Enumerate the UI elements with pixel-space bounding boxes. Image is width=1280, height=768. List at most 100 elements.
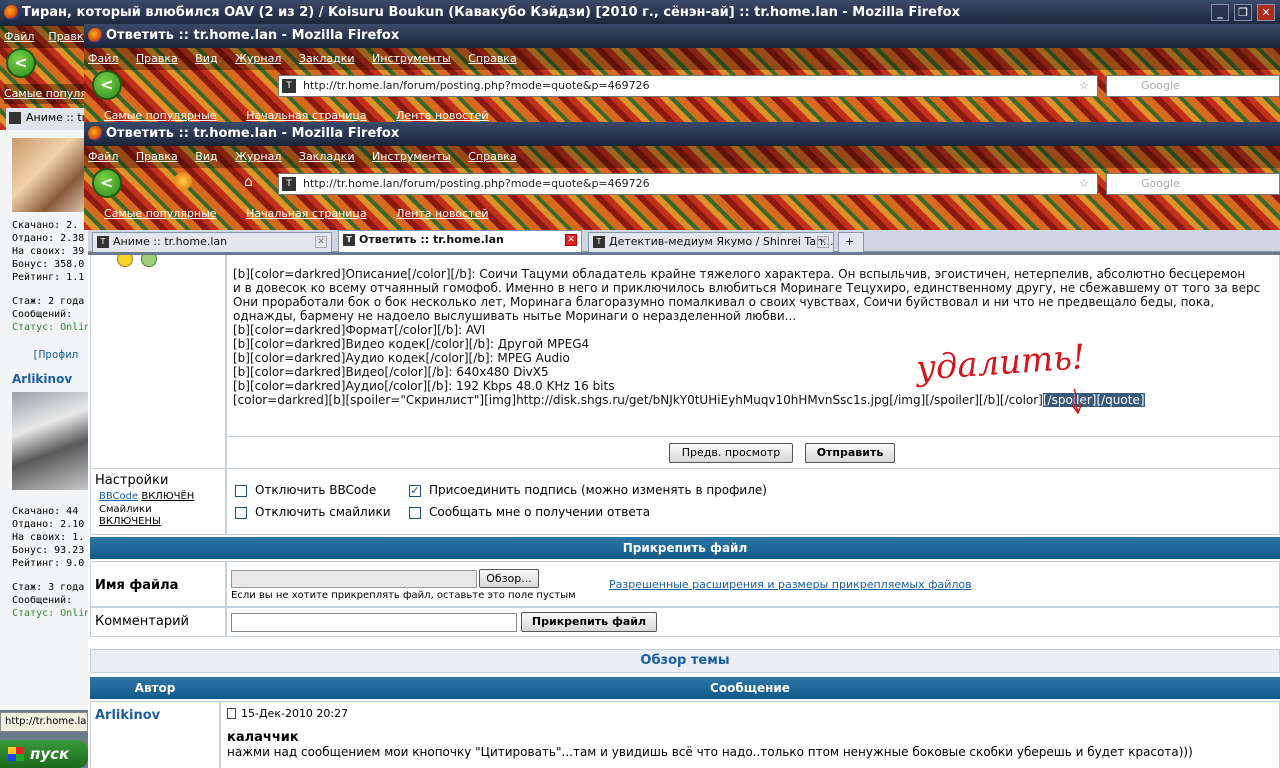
submit-button[interactable]: Отправить — [805, 443, 895, 463]
status-line: Статус: Onlin — [12, 608, 88, 619]
close-tab-icon[interactable]: ✕ — [565, 234, 577, 246]
tab-anime[interactable]: T Аниме :: tr.home.lan ✕ — [92, 232, 332, 252]
allowed-extensions-link[interactable]: Разрешенные расширения и размеры прикреп… — [609, 578, 972, 591]
menu-edit[interactable]: Правка — [136, 150, 178, 163]
minimize-icon[interactable]: _ — [1211, 4, 1229, 21]
disable-bbcode-checkbox[interactable] — [235, 485, 247, 497]
attach-header: Прикрепить файл — [90, 537, 1280, 559]
message-textarea[interactable]: [b][color=darkred]Описание[/color][/b]: … — [226, 255, 1280, 437]
menu-bookmarks[interactable]: Закладки — [299, 150, 355, 163]
site-icon: T — [97, 236, 109, 248]
stat-line: На своих: 1. — [12, 532, 85, 543]
disable-smilies-checkbox[interactable] — [235, 507, 247, 519]
menu-file[interactable]: Файл — [4, 30, 34, 43]
back-button[interactable]: < — [92, 168, 122, 198]
stat-line: Бонус: 93.23 — [12, 545, 85, 556]
bbcode-status: BBCode ВКЛЮЧЁН — [99, 491, 194, 502]
smiley-icon[interactable] — [141, 255, 157, 267]
star-icon[interactable]: ☆ — [1079, 174, 1089, 194]
bbcode-link[interactable]: BBCode — [99, 491, 138, 502]
editor-line: [b][color=darkred]Видео кодек[/color][/b… — [233, 337, 590, 351]
post-author[interactable]: Arlikinov — [95, 708, 160, 723]
back-window-titlebar[interactable]: Тиран, который влюбился OAV (2 из 2) / K… — [0, 0, 1280, 26]
site-icon: T — [282, 79, 296, 93]
back-window-sidebar: Скачано: 2. Отдано: 2.38 На своих: 39 Бо… — [0, 130, 88, 710]
notify-checkbox[interactable] — [409, 507, 421, 519]
comment-input[interactable] — [231, 613, 517, 632]
settings-title: Настройки — [95, 473, 169, 488]
bookmark-home[interactable]: Начальная страница — [246, 207, 367, 220]
search-field[interactable]: Google — [1106, 173, 1280, 195]
back-window-title: Тиран, который влюбился OAV (2 из 2) / K… — [22, 5, 960, 20]
attach-signature-label: Присоединить подпись (можно изменять в п… — [429, 483, 767, 497]
bookmark-feed[interactable]: Лента новостей — [396, 207, 488, 220]
bookmark-feed[interactable]: Лента новостей — [396, 109, 488, 122]
star-icon[interactable]: ☆ — [1079, 76, 1089, 96]
bookmark-popular[interactable]: Самые популярные — [104, 207, 217, 220]
smilies-label: Смайлики — [99, 504, 152, 515]
mid-window-titlebar[interactable]: Ответить :: tr.home.lan - Mozilla Firefo… — [84, 24, 1280, 48]
front-window-titlebar[interactable]: Ответить :: tr.home.lan - Mozilla Firefo… — [84, 122, 1280, 146]
bookmark-popular[interactable]: Самые популярные — [104, 109, 217, 122]
close-icon[interactable]: ✕ — [1257, 4, 1275, 21]
back-menubar: Файл Правка — [0, 26, 88, 48]
reload-icon[interactable] — [174, 172, 192, 190]
attach-file-button[interactable]: Прикрепить файл — [521, 612, 657, 632]
avatar — [12, 138, 88, 212]
maximize-icon[interactable]: ❐ — [1234, 4, 1252, 21]
search-field[interactable]: Google — [1106, 75, 1280, 97]
menu-help[interactable]: Справка — [468, 150, 516, 163]
browse-button[interactable]: Обзор... — [479, 569, 539, 588]
menu-help[interactable]: Справка — [468, 52, 516, 65]
back-button[interactable]: < — [6, 48, 36, 78]
back-bookmarks-bar: Самые популярные — [4, 84, 88, 104]
smilies-state: ВКЛЮЧЕНЫ — [99, 516, 161, 527]
new-tab-button[interactable]: + — [838, 232, 864, 252]
windows-logo-icon — [8, 747, 24, 761]
menu-edit[interactable]: Правка — [136, 52, 178, 65]
bookmark-home[interactable]: Начальная страница — [246, 109, 367, 122]
menu-file[interactable]: Файл — [88, 150, 118, 163]
editor-line: [b][color=darkred]Видео[/color][/b]: 640… — [233, 365, 549, 379]
menu-file[interactable]: Файл — [88, 52, 118, 65]
site-icon: T — [343, 234, 355, 246]
bookmark-popular[interactable]: Самые популярные — [4, 87, 88, 100]
url-field[interactable]: T http://tr.home.lan/forum/posting.php?m… — [278, 75, 1098, 97]
menu-bookmarks[interactable]: Закладки — [299, 52, 355, 65]
site-icon: T — [593, 236, 605, 248]
home-icon[interactable]: ⌂ — [244, 174, 264, 190]
menu-edit[interactable]: Правка — [48, 30, 88, 43]
author-name[interactable]: Arlikinov — [12, 372, 72, 386]
preview-button[interactable]: Предв. просмотр — [669, 443, 793, 463]
menu-tools[interactable]: Инструменты — [372, 150, 451, 163]
editor-line: [b][color=darkred]Аудио кодек[/color][/b… — [233, 351, 570, 365]
smiley-icon[interactable] — [117, 255, 133, 267]
info-line: Сообщений: — [12, 595, 73, 606]
mid-window-toolbar: Файл Правка Вид Журнал Закладки Инструме… — [84, 48, 1280, 124]
stat-line: Скачано: 2. — [12, 220, 79, 231]
menu-view[interactable]: Вид — [195, 150, 217, 163]
menu-view[interactable]: Вид — [195, 52, 217, 65]
back-button[interactable]: < — [92, 70, 122, 100]
tab-detective[interactable]: T Детектив-медиум Якумо / Shinrei Tan...… — [588, 232, 834, 252]
tab-label: Аниме :: tr.home.lan — [113, 235, 228, 248]
stat-line: Рейтинг: 9.0 — [12, 558, 85, 569]
settings-label-cell: Настройки BBCode ВКЛЮЧЁН Смайлики ВКЛЮЧЕ… — [90, 469, 226, 535]
front-window-title: Ответить :: tr.home.lan - Mozilla Firefo… — [106, 126, 400, 141]
close-tab-icon[interactable]: ✕ — [315, 236, 327, 248]
tab-reply[interactable]: T Ответить :: tr.home.lan ✕ — [338, 230, 582, 252]
back-tab[interactable]: Аниме :: tr — [6, 108, 88, 130]
firefox-icon — [88, 28, 103, 43]
file-path-input[interactable] — [231, 570, 477, 588]
profile-link[interactable]: [Профил — [32, 348, 78, 361]
start-label: пуск — [30, 745, 70, 763]
menu-tools[interactable]: Инструменты — [372, 52, 451, 65]
stat-line: Скачано: 44 — [12, 506, 79, 517]
close-tab-icon[interactable]: ✕ — [817, 236, 829, 248]
menu-history[interactable]: Журнал — [235, 150, 281, 163]
message-column-header: Сообщение — [220, 677, 1280, 699]
menu-history[interactable]: Журнал — [235, 52, 281, 65]
start-button[interactable]: пуск — [0, 740, 88, 768]
url-field[interactable]: T http://tr.home.lan/forum/posting.php?m… — [278, 173, 1098, 195]
attach-signature-checkbox[interactable]: ✓ — [409, 485, 421, 497]
